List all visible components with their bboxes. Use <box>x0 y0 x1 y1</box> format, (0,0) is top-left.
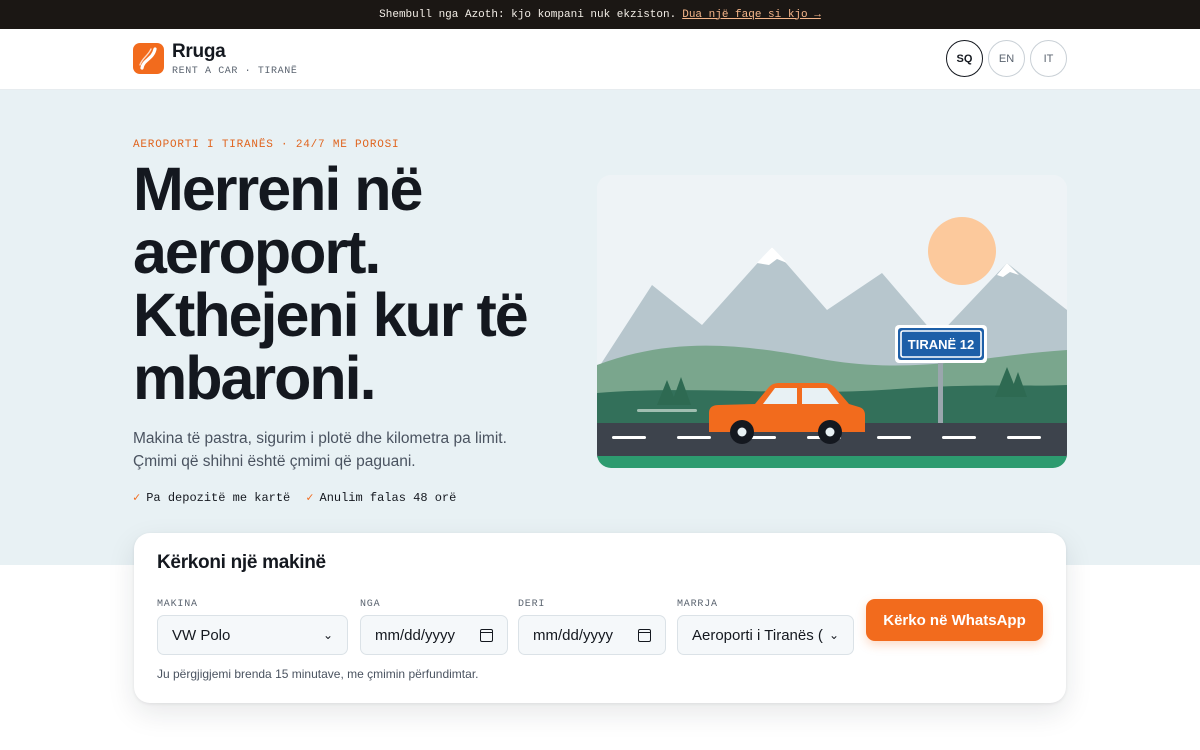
to-date-label: DERI <box>518 599 546 610</box>
benefit-item: ✓ Pa depozitë me kartë <box>133 490 290 505</box>
brand-name[interactable]: Rruga <box>172 41 226 63</box>
chevron-down-icon: ⌄ <box>828 628 839 642</box>
hero-benefits: ✓ Pa depozitë me kartë ✓ Anulim falas 48 o… <box>133 490 456 505</box>
signpost-pole <box>938 355 943 427</box>
from-date-placeholder: mm/dd/yyyy <box>375 626 456 644</box>
pickup-location-select[interactable]: Aeroporti i Tiranës (TI ⌄ <box>677 615 854 655</box>
announcement-bar: Shembull nga Azoth: kjo kompani nuk ekzi… <box>0 0 1200 29</box>
search-title: Kërkoni një makinë <box>157 552 326 573</box>
hero-headline: Merreni në aeroport. Kthejeni kur të mba… <box>133 155 529 412</box>
from-date-label: NGA <box>360 599 381 610</box>
hero-illustration: TIRANË 12 <box>597 175 1067 468</box>
benefit-label: Pa depozitë me kartë <box>146 491 291 505</box>
benefit-item: ✓ Anulim falas 48 orë <box>306 490 456 505</box>
hero-lead: Makina të pastra, sigurim i plotë dhe ki… <box>133 430 507 470</box>
calendar-icon[interactable] <box>638 628 651 642</box>
brand-tagline: RENT A CAR · TIRANË <box>172 66 298 77</box>
from-date-input[interactable]: mm/dd/yyyy <box>360 615 508 655</box>
search-card: Kërkoni një makinë MAKINA VW Polo ⌄ NGA … <box>134 533 1066 703</box>
calendar-icon[interactable] <box>480 628 493 642</box>
pickup-location-value: Aeroporti i Tiranës (TI <box>692 626 823 644</box>
response-note: Ju përgjigjemi brenda 15 minutave, me çm… <box>157 667 479 681</box>
pickup-location-label: MARRJA <box>677 599 718 610</box>
to-date-input[interactable]: mm/dd/yyyy <box>518 615 666 655</box>
language-button-it[interactable]: IT <box>1030 40 1067 77</box>
car-select-value: VW Polo <box>172 626 231 644</box>
road-sign-text: TIRANË 12 <box>908 337 974 352</box>
to-date-placeholder: mm/dd/yyyy <box>533 626 614 644</box>
road-logo-icon[interactable] <box>133 43 164 74</box>
chevron-down-icon: ⌄ <box>322 628 333 642</box>
whatsapp-search-button[interactable]: Kërko në WhatsApp <box>866 599 1043 641</box>
language-button-sq[interactable]: SQ <box>946 40 983 77</box>
announcement-link[interactable]: Dua një faqe si kjo → <box>682 9 821 21</box>
language-button-en[interactable]: EN <box>988 40 1025 77</box>
site-header: Rruga RENT A CAR · TIRANË SQ EN IT <box>0 29 1200 90</box>
sun-shape <box>928 217 996 285</box>
language-switcher: SQ EN IT <box>946 40 1067 77</box>
car-select[interactable]: VW Polo ⌄ <box>157 615 348 655</box>
check-icon: ✓ <box>306 491 314 505</box>
benefit-label: Anulim falas 48 orë <box>319 491 457 505</box>
check-icon: ✓ <box>133 491 141 505</box>
hero-eyebrow: AEROPORTI I TIRANËS · 24/7 ME POROSI <box>133 139 400 151</box>
announcement-text: Shembull nga Azoth: kjo kompani nuk ekzi… <box>379 8 677 21</box>
car-field-label: MAKINA <box>157 599 198 610</box>
